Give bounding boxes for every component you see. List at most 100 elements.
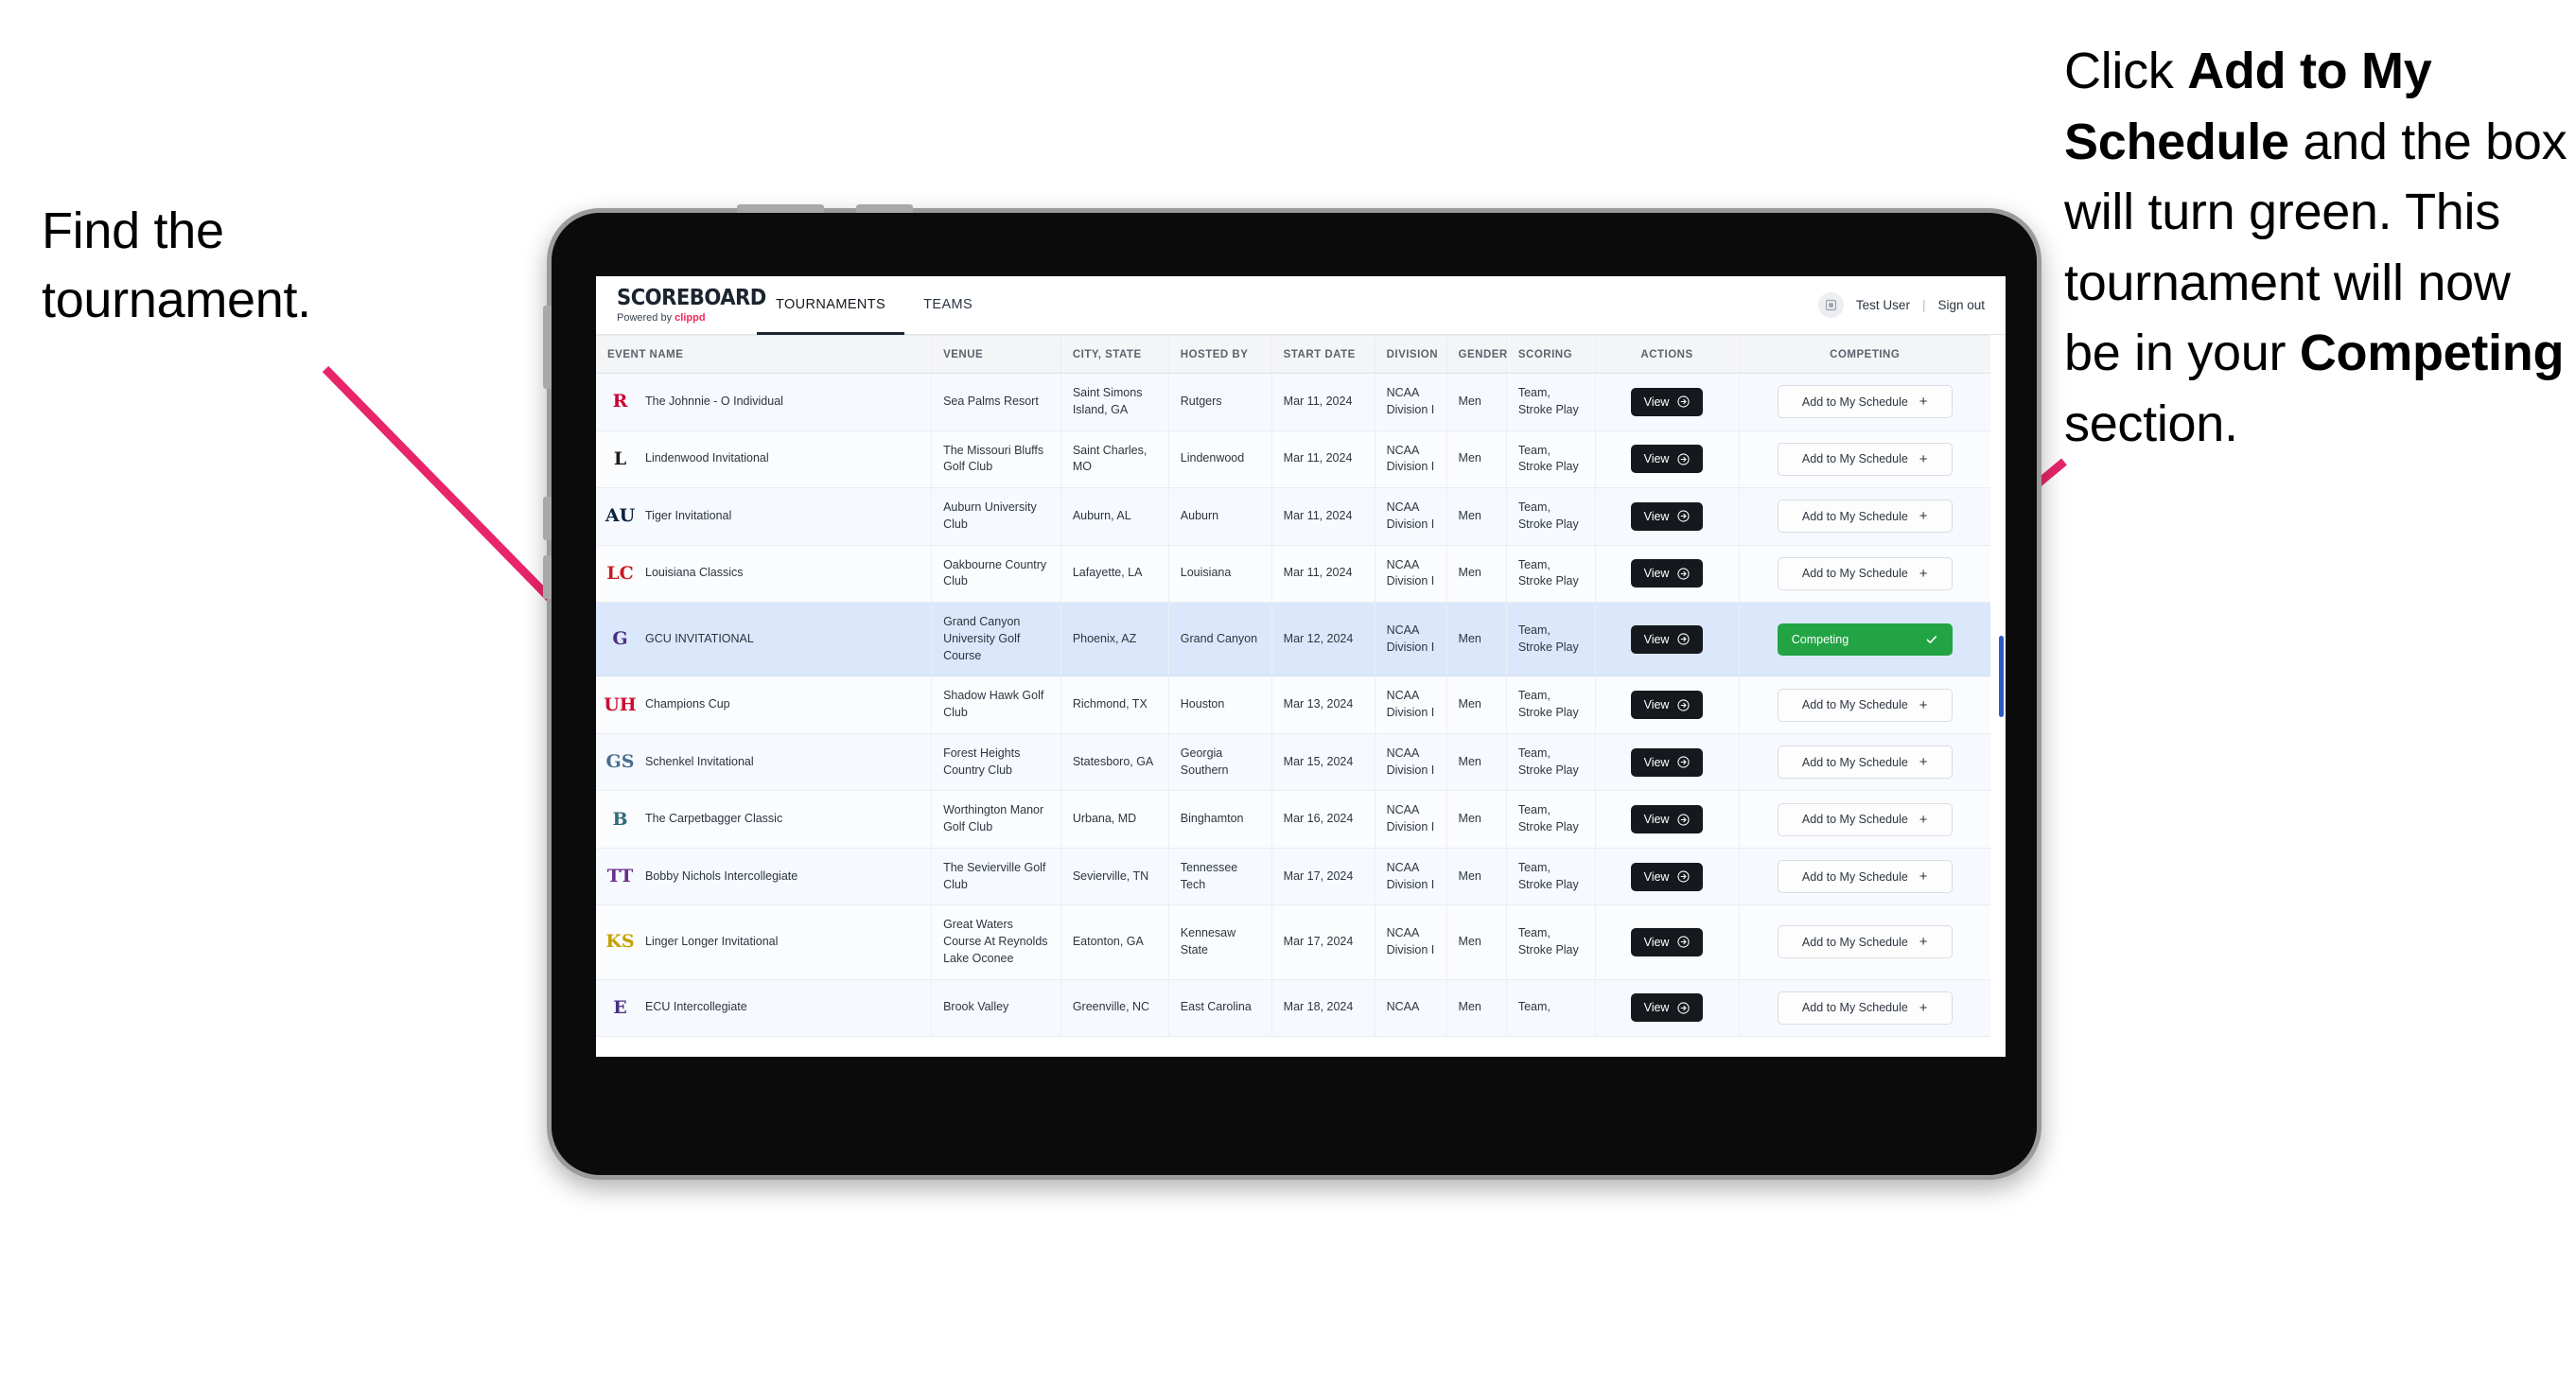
table-row[interactable]: GS Schenkel Invitational Forest Heights Co… — [596, 733, 1990, 792]
annotation-left-line2: tournament. — [42, 272, 311, 329]
table-row[interactable]: R The Johnnie - O Individual Sea Palms Res… — [596, 373, 1990, 431]
cell-actions: View — [1594, 373, 1739, 431]
cell-start-date: Mar 11, 2024 — [1270, 430, 1376, 488]
team-logo-icon: AU — [605, 505, 636, 527]
table-row[interactable]: G GCU INVITATIONAL Grand Canyon University… — [596, 602, 1990, 677]
col-gender: GENDER — [1446, 335, 1507, 374]
header-user-area: Test User | Sign out — [1817, 276, 2006, 334]
sign-out-link[interactable]: Sign out — [1937, 298, 1985, 312]
arrow-right-circle-icon — [1677, 1001, 1691, 1014]
team-logo-icon: G — [612, 628, 628, 650]
cell-division: NCAA Division I — [1374, 733, 1447, 792]
table-row[interactable]: L Lindenwood Invitational The Missouri Blu… — [596, 430, 1990, 488]
view-button-label: View — [1643, 509, 1670, 523]
brand-title: SCOREBOARD — [617, 285, 766, 310]
col-hosted-by: HOSTED BY — [1167, 335, 1272, 374]
table-body: R The Johnnie - O Individual Sea Palms Res… — [596, 373, 1990, 1037]
add-to-my-schedule-button[interactable]: Add to My Schedule + — [1777, 688, 1953, 722]
cell-scoring: Team, Stroke Play — [1505, 430, 1596, 488]
view-button[interactable]: View — [1630, 445, 1704, 474]
event-name-label: Champions Cup — [645, 697, 730, 711]
cell-scoring: Team, — [1505, 979, 1596, 1037]
add-to-my-schedule-button[interactable]: Add to My Schedule + — [1777, 860, 1953, 893]
cell-scoring: Team, Stroke Play — [1505, 545, 1596, 603]
tab-tournaments[interactable]: TOURNAMENTS — [757, 276, 905, 335]
cell-venue: The Sevierville Golf Club — [931, 848, 1061, 906]
cell-hosted-by: Kennesaw State — [1167, 904, 1272, 980]
col-division: DIVISION — [1374, 335, 1447, 374]
add-to-my-schedule-button[interactable]: Add to My Schedule + — [1777, 991, 1953, 1025]
table-row[interactable]: LC Louisiana Classics Oakbourne Country Cl… — [596, 545, 1990, 603]
cell-actions: View — [1594, 430, 1739, 488]
team-logo-icon: L — [613, 447, 627, 469]
tournaments-table-container[interactable]: EVENT NAME VENUE CITY, STATE HOSTED BY S… — [596, 335, 2006, 1057]
table-row[interactable]: TT Bobby Nichols Intercollegiate The Sevie… — [596, 848, 1990, 906]
add-to-my-schedule-button[interactable]: Add to My Schedule + — [1777, 925, 1953, 959]
col-competing: COMPETING — [1738, 335, 1990, 374]
view-button[interactable]: View — [1630, 993, 1704, 1022]
cell-actions: View — [1594, 675, 1739, 734]
cell-venue: Grand Canyon University Golf Course — [931, 602, 1061, 677]
add-to-my-schedule-label: Add to My Schedule — [1801, 755, 1908, 769]
event-name-label: Louisiana Classics — [645, 566, 744, 580]
brand-powered-prefix: Powered by — [617, 311, 675, 324]
cell-division: NCAA Division I — [1374, 487, 1447, 546]
plus-icon: + — [1919, 696, 1928, 713]
table-row[interactable]: B The Carpetbagger Classic Worthington Man… — [596, 790, 1990, 849]
plus-icon: + — [1919, 565, 1928, 582]
cell-competing: Add to My Schedule + — [1738, 545, 1990, 603]
annotation-left: Find the tournament. — [42, 197, 448, 336]
tab-teams[interactable]: TEAMS — [904, 276, 991, 335]
cell-gender: Men — [1446, 848, 1507, 906]
table-row[interactable]: E ECU Intercollegiate Brook Valley Greenvil… — [596, 979, 1990, 1037]
cell-hosted-by: Grand Canyon — [1167, 602, 1272, 677]
cell-venue: Brook Valley — [931, 979, 1061, 1037]
cell-event-name: B The Carpetbagger Classic — [596, 790, 932, 849]
avatar-icon[interactable] — [1817, 292, 1844, 318]
table-header-row: EVENT NAME VENUE CITY, STATE HOSTED BY S… — [596, 335, 1990, 374]
cell-hosted-by: Georgia Southern — [1167, 733, 1272, 792]
view-button[interactable]: View — [1630, 691, 1704, 719]
view-button[interactable]: View — [1630, 747, 1704, 777]
cell-city-state: Auburn, AL — [1060, 487, 1169, 546]
tab-tournaments-label: TOURNAMENTS — [776, 296, 886, 312]
add-to-my-schedule-button[interactable]: Add to My Schedule + — [1777, 802, 1953, 836]
add-to-my-schedule-label: Add to My Schedule — [1801, 567, 1908, 581]
event-name-label: Lindenwood Invitational — [645, 451, 769, 465]
cell-start-date: Mar 11, 2024 — [1270, 487, 1376, 546]
view-button[interactable]: View — [1630, 927, 1704, 956]
view-button[interactable]: View — [1630, 805, 1704, 833]
team-logo-icon: R — [612, 391, 628, 412]
add-to-my-schedule-button[interactable]: Add to My Schedule + — [1777, 442, 1953, 476]
view-button[interactable]: View — [1630, 387, 1704, 416]
add-to-my-schedule-button[interactable]: Add to My Schedule + — [1777, 385, 1953, 419]
col-venue: VENUE — [931, 335, 1061, 374]
vertical-scrollbar-thumb[interactable] — [1999, 636, 2004, 717]
cell-competing: Add to My Schedule + — [1738, 904, 1990, 980]
cell-scoring: Team, Stroke Play — [1505, 602, 1596, 677]
cell-city-state: Saint Simons Island, GA — [1060, 373, 1169, 431]
annotation-right-seg3: section. — [2064, 395, 2238, 452]
cell-venue: Oakbourne Country Club — [931, 545, 1061, 603]
table-row[interactable]: AU Tiger Invitational Auburn University Cl… — [596, 487, 1990, 546]
view-button[interactable]: View — [1630, 501, 1704, 531]
add-to-my-schedule-button[interactable]: Add to My Schedule + — [1777, 556, 1953, 590]
add-to-my-schedule-button[interactable]: Add to My Schedule + — [1777, 746, 1953, 779]
cell-competing: Add to My Schedule + — [1738, 733, 1990, 792]
cell-scoring: Team, Stroke Play — [1505, 904, 1596, 980]
table-row[interactable]: KS Linger Longer Invitational Great Waters… — [596, 904, 1990, 980]
view-button-label: View — [1643, 935, 1670, 949]
cell-venue: Sea Palms Resort — [931, 373, 1061, 431]
cell-scoring: Team, Stroke Play — [1505, 487, 1596, 546]
view-button[interactable]: View — [1630, 559, 1704, 588]
view-button[interactable]: View — [1630, 624, 1704, 654]
view-button[interactable]: View — [1630, 862, 1704, 891]
cell-gender: Men — [1446, 487, 1507, 546]
cell-city-state: Statesboro, GA — [1060, 733, 1169, 792]
cell-start-date: Mar 15, 2024 — [1270, 733, 1376, 792]
table-row[interactable]: UH Champions Cup Shadow Hawk Golf Club Rich… — [596, 675, 1990, 734]
add-to-my-schedule-button[interactable]: Add to My Schedule + — [1777, 500, 1953, 534]
app-header: SCOREBOARD Powered by clippd TOURNAMENTS… — [596, 276, 2006, 335]
cell-event-name: L Lindenwood Invitational — [596, 430, 932, 488]
competing-button[interactable]: Competing — [1777, 623, 1953, 656]
